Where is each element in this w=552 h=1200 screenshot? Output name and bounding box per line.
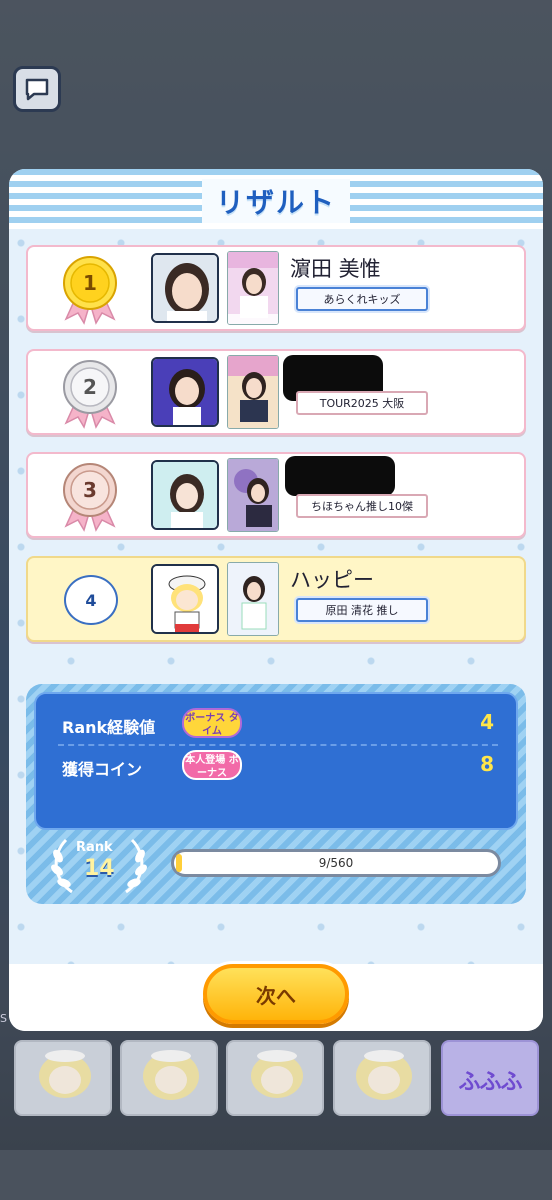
result-row-1: 1 濵田 美惟 あらくれキッズ — [26, 245, 526, 331]
modal-title: リザルト — [201, 179, 350, 223]
coin-label: 獲得コイン — [62, 760, 143, 779]
divider — [58, 744, 498, 746]
player-title: ちほちゃん推し10傑 — [296, 494, 428, 518]
member-card — [227, 355, 279, 429]
coin-value: 8 — [480, 752, 494, 776]
reaction-wave[interactable] — [14, 1040, 112, 1116]
bonus-time-badge: ボーナス タイム — [182, 708, 242, 738]
bronze-medal-icon: 3 — [63, 463, 117, 532]
bottom-bar — [0, 1150, 552, 1200]
result-row-3: 3 ちほちゃん推し10傑 — [26, 452, 526, 538]
exp-progress-bar: 9/560 — [171, 849, 501, 877]
reaction-clap[interactable] — [226, 1040, 324, 1116]
svg-text:2: 2 — [83, 375, 97, 399]
member-card — [227, 251, 279, 325]
rank-number: 4 — [64, 575, 118, 625]
redacted-name — [285, 456, 395, 496]
chat-bubble-icon — [25, 78, 49, 101]
player-name: 濵田 美惟 — [290, 257, 381, 281]
chat-button[interactable] — [13, 66, 61, 112]
self-appear-bonus-badge: 本人登場 ボーナス — [182, 750, 242, 780]
next-button[interactable]: 次へ — [203, 964, 349, 1024]
reaction-fufufu[interactable]: ふふふ — [441, 1040, 539, 1116]
exp-progress-text: 9/560 — [318, 856, 354, 870]
stats-inner: Rank経験値 ボーナス タイム 4 獲得コイン 本人登場 ボーナス 8 — [34, 692, 518, 830]
player-avatar — [151, 564, 219, 634]
reaction-sleepy[interactable] — [120, 1040, 218, 1116]
stats-panel: Rank経験値 ボーナス タイム 4 獲得コイン 本人登場 ボーナス 8 Ran… — [26, 684, 526, 904]
result-row-2: 2 TOUR2025 大阪 — [26, 349, 526, 435]
reaction-fufufu-label: ふふふ — [458, 1070, 522, 1095]
gold-medal-icon: 1 — [63, 256, 117, 325]
player-title: TOUR2025 大阪 — [296, 391, 428, 415]
player-avatar — [151, 460, 219, 530]
player-title: あらくれキッズ — [296, 287, 428, 311]
result-row-4: 4 ハッピー 原田 清花 推し — [26, 556, 526, 642]
exp-value: 4 — [480, 710, 494, 734]
result-modal: リザルト 1 濵田 美惟 あらくれキッズ 2 TOUR2025 大阪 3 ちほち… — [9, 169, 543, 1031]
member-card — [227, 562, 279, 636]
rank-label: Rank — [76, 840, 113, 855]
svg-text:3: 3 — [83, 478, 97, 502]
svg-text:1: 1 — [83, 271, 97, 295]
reaction-shy[interactable] — [333, 1040, 431, 1116]
member-card — [227, 458, 279, 532]
player-avatar — [151, 357, 219, 427]
edge-fragment: S — [0, 1012, 7, 1025]
player-title: 原田 清花 推し — [296, 598, 428, 622]
silver-medal-icon: 2 — [63, 360, 117, 429]
rank-value: 14 — [84, 856, 115, 881]
player-avatar — [151, 253, 219, 323]
exp-label: Rank経験値 — [62, 718, 156, 737]
reaction-bar: ふふふ — [0, 1040, 552, 1120]
player-name: ハッピー — [290, 568, 374, 592]
